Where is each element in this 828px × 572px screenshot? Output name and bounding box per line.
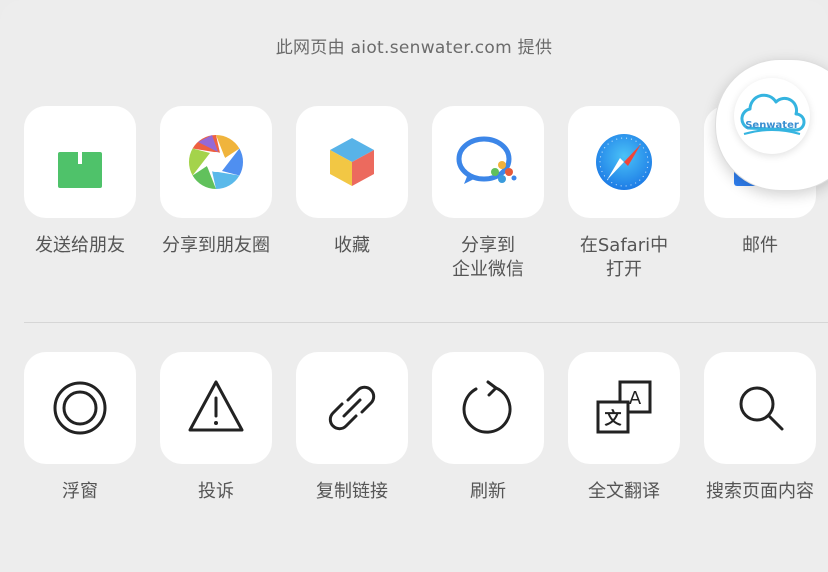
senwater-cloud-logo: Senwater — [734, 78, 810, 154]
moments-button[interactable] — [160, 106, 272, 218]
search-page-label: 搜索页面内容 — [706, 481, 814, 502]
share-sheet: 此网页由 aiot.senwater.com 提供 发送给朋友 分享到朋友圈 收… — [0, 0, 828, 572]
wecom-icon — [456, 136, 517, 184]
translate-icon: A 文 — [596, 380, 652, 434]
link-icon — [328, 385, 376, 431]
open-in-safari-label-line1: 在Safari中 — [579, 235, 669, 256]
float-window-icon — [53, 381, 107, 435]
warning-triangle-icon — [188, 380, 244, 432]
provider-caption: 此网页由 aiot.senwater.com 提供 — [275, 38, 553, 58]
translate-label: 全文翻译 — [588, 481, 660, 502]
moments-label: 分享到朋友圈 — [162, 235, 270, 256]
share-to-wecom-label: 分享到 企业微信 — [418, 234, 558, 282]
svg-text:A: A — [629, 388, 642, 409]
copy-link-button[interactable] — [296, 352, 408, 464]
safari-compass-icon — [596, 134, 652, 190]
float-window-button[interactable] — [24, 352, 136, 464]
moments-icon — [188, 135, 244, 189]
cloud-icon — [740, 93, 806, 135]
favorites-button[interactable] — [296, 106, 408, 218]
favorites-cube-icon — [330, 138, 374, 186]
share-to-wecom-button[interactable] — [432, 106, 544, 218]
open-in-safari-button[interactable] — [568, 106, 680, 218]
share-to-wecom-label-line1: 分享到 — [461, 235, 515, 256]
copy-link-label: 复制链接 — [316, 481, 388, 502]
float-window-label: 浮窗 — [62, 481, 98, 502]
mail-label: 邮件 — [742, 235, 778, 256]
refresh-label: 刷新 — [470, 481, 506, 502]
translate-button[interactable]: A 文 — [568, 352, 680, 464]
open-in-safari-label: 在Safari中 打开 — [554, 234, 694, 282]
search-page-button[interactable] — [704, 352, 816, 464]
send-to-friend-button[interactable] — [24, 106, 136, 218]
complaint-label: 投诉 — [198, 481, 234, 502]
favorites-label: 收藏 — [334, 235, 370, 256]
logo-text: Senwater — [745, 120, 799, 131]
refresh-icon — [462, 380, 512, 434]
svg-text:文: 文 — [605, 408, 623, 429]
refresh-button[interactable] — [432, 352, 544, 464]
share-to-wecom-label-line2: 企业微信 — [452, 259, 524, 280]
section-divider — [24, 322, 828, 323]
open-in-safari-label-line2: 打开 — [606, 259, 642, 280]
send-to-friend-icon — [58, 133, 102, 188]
search-icon — [739, 386, 784, 431]
complaint-button[interactable] — [160, 352, 272, 464]
send-to-friend-label: 发送给朋友 — [35, 235, 125, 256]
